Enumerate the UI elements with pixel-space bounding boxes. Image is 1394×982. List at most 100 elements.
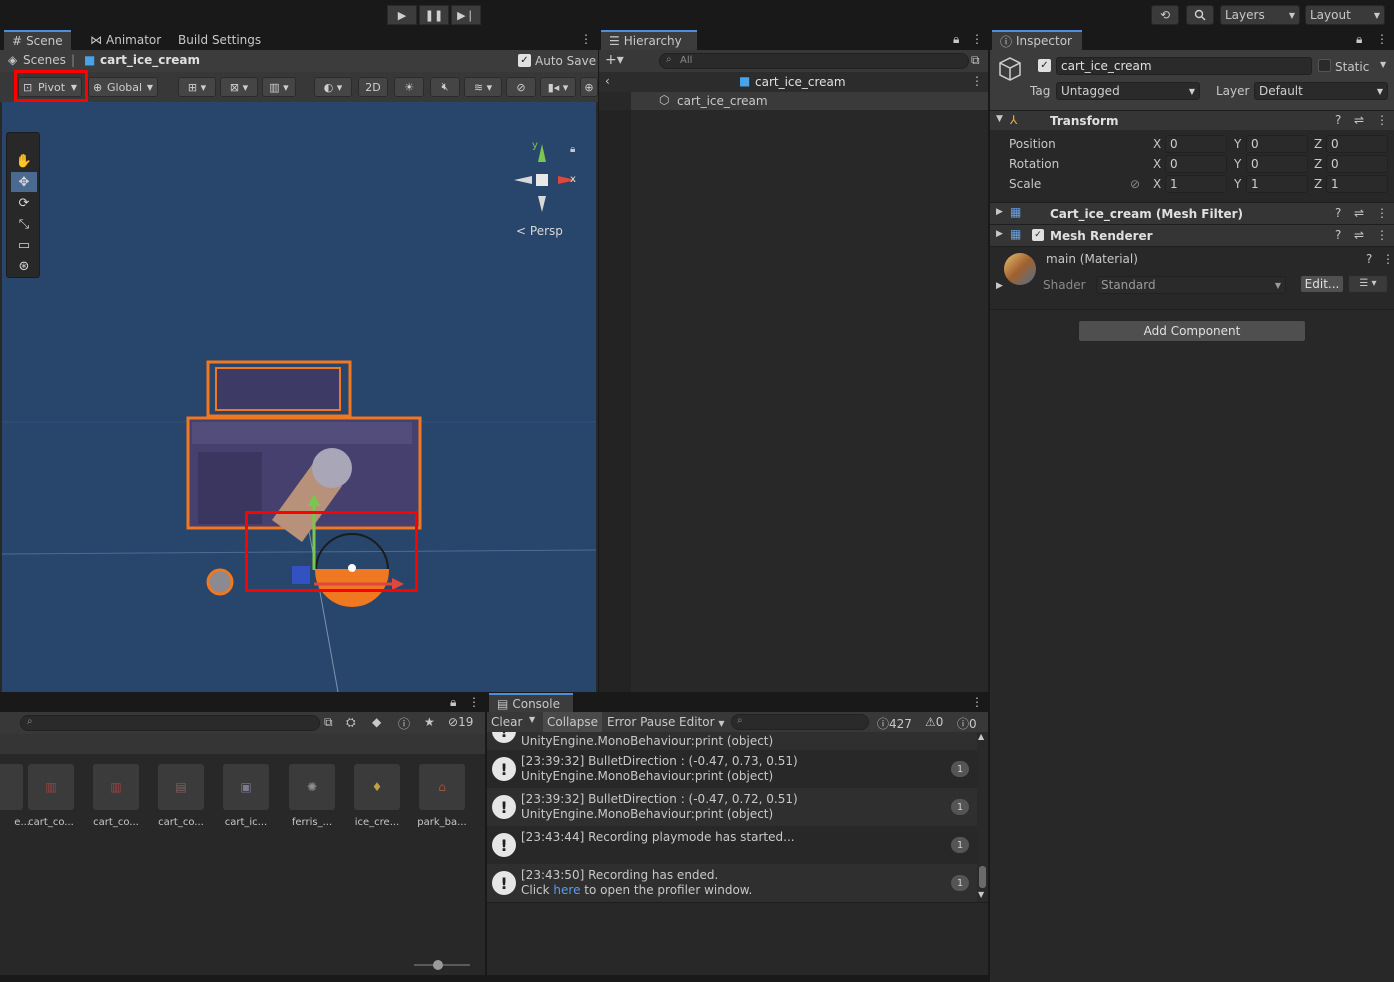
foldout-icon[interactable]: ▼ [996,114,1003,124]
scene-visibility-icon[interactable]: ⧉ [971,53,980,68]
preset-icon[interactable]: ⇌ [1354,228,1364,242]
effects-button[interactable]: ≋ ▾ [464,77,502,97]
error-pause-toggle[interactable]: Error Pause [607,715,675,729]
kebab-menu-icon[interactable]: ⋮ [971,74,983,88]
lock-icon[interactable]: 🔒︎ [1356,32,1362,47]
position-y-field[interactable]: 0 [1246,135,1308,153]
scene-viewport[interactable]: ✋ ✥ ⟳ ⤡ ▭ ⊛ y x 🔒︎ < Persp [2,102,596,692]
ruler-button[interactable]: ▥ ▾ [262,77,296,97]
clear-button[interactable]: Clear [491,715,522,729]
zoom-slider-handle[interactable] [433,960,443,970]
history-button[interactable]: ⟲ [1151,5,1179,25]
visibility-button[interactable]: ⊘ [506,77,536,97]
preset-icon[interactable]: ⇌ [1354,113,1364,127]
log-row[interactable]: ! UnityEngine.MonoBehaviour:print (objec… [487,732,977,750]
asset-item[interactable]: ▥ cart_co... [86,764,146,828]
lock-icon[interactable]: 🔒︎ [450,695,456,710]
search-button[interactable] [1186,5,1214,25]
warning-filter-icon[interactable]: ⓘ [398,715,410,732]
log-row[interactable]: ! [23:43:50] Recording has ended. Click h… [487,864,977,902]
preset-icon[interactable]: ⇌ [1354,206,1364,220]
increment-snap-button[interactable]: ⊠ ▾ [220,77,258,97]
log-row[interactable]: ! [23:39:32] BulletDirection : (-0.47, 0… [487,750,977,788]
tab-hierarchy[interactable]: ☰ Hierarchy [601,30,697,50]
log-row[interactable]: ! [23:43:44] Recording playmode has star… [487,826,977,864]
mesh-renderer-header[interactable]: ▶ ▦ ✓ Mesh Renderer ? ⇌ ⋮ [990,224,1394,246]
layers-dropdown[interactable]: Layers ▼ [1220,5,1300,25]
material-preview[interactable] [1004,253,1036,285]
hierarchy-root-row[interactable]: ‹ ■ cart_ice_cream ⋮ [599,72,988,92]
help-icon[interactable]: ? [1335,113,1341,127]
asset-item[interactable]: ✺ ferris_... [282,764,342,828]
rotation-y-field[interactable]: 0 [1246,155,1308,173]
chevron-down-icon[interactable]: ▼ [1380,60,1386,69]
hand-tool[interactable]: ✋ [11,151,37,171]
kebab-menu-icon[interactable]: ⋮ [468,695,480,709]
edit-shader-button[interactable]: Edit... [1300,275,1344,293]
add-component-button[interactable]: Add Component [1078,320,1306,342]
position-x-field[interactable]: 0 [1165,135,1227,153]
help-icon[interactable]: ? [1335,206,1341,220]
static-checkbox[interactable] [1318,59,1331,72]
kebab-menu-icon[interactable]: ⋮ [1376,32,1388,46]
collapse-toggle[interactable]: Collapse [543,712,602,732]
hierarchy-search-input[interactable]: ⌕ All [659,53,969,69]
foldout-icon[interactable]: ▶ [996,207,1003,217]
foldout-icon[interactable]: ▶ [996,229,1003,239]
scroll-up-icon[interactable]: ▲ [978,732,984,741]
rotate-tool[interactable]: ⟳ [11,193,37,213]
rotation-z-field[interactable]: 0 [1326,155,1388,173]
shader-dropdown[interactable]: Standard ▼ [1096,276,1286,294]
play-button[interactable]: ▶ [387,5,417,25]
editor-dropdown[interactable]: Editor ▼ [679,715,725,729]
gizmos-button[interactable]: ⊕ [580,77,598,97]
tag-dropdown[interactable]: Untagged ▼ [1056,82,1200,100]
project-search-input[interactable]: ⌕ [20,715,320,731]
kebab-menu-icon[interactable]: ⋮ [971,695,983,709]
tab-console[interactable]: ▤ Console [489,693,573,713]
global-dropdown[interactable]: ⊕ Global ▼ [88,77,158,97]
asset-item[interactable]: ▥ cart_co... [21,764,81,828]
persp-toggle[interactable]: < Persp [516,224,563,238]
audio-button[interactable]: 🔇︎ [430,77,460,97]
star-icon[interactable]: ★ [424,715,435,729]
mesh-filter-header[interactable]: ▶ ▦ Cart_ice_cream (Mesh Filter) ? ⇌ ⋮ [990,202,1394,224]
kebab-menu-icon[interactable]: ⋮ [580,32,592,46]
help-icon[interactable]: ? [1335,228,1341,242]
breadcrumb-current[interactable]: cart_ice_cream [100,53,200,67]
scrollbar-thumb[interactable] [979,866,986,888]
pause-button[interactable]: ❚❚ [419,5,449,25]
constrain-proportions-icon[interactable]: ⊘ [1130,177,1140,191]
active-checkbox[interactable]: ✓ [1038,59,1051,72]
scale-tool[interactable]: ⤡ [11,214,37,234]
mesh-renderer-checkbox[interactable]: ✓ [1032,229,1044,241]
object-name-field[interactable]: cart_ice_cream [1056,57,1312,75]
asset-item[interactable]: ▣ cart_ic... [216,764,276,828]
shading-mode-button[interactable]: ◐ ▾ [314,77,352,97]
add-button[interactable]: +▾ [605,52,624,68]
hierarchy-item[interactable]: ⬡ cart_ice_cream [631,92,988,110]
warning-count-toggle[interactable]: ⚠0 [925,715,943,729]
position-z-field[interactable]: 0 [1326,135,1388,153]
breadcrumb-scenes[interactable]: Scenes [23,53,66,67]
kebab-menu-icon[interactable]: ⋮ [1376,113,1388,127]
lock-icon[interactable]: 🔒︎ [570,144,575,155]
hidden-count[interactable]: ⊘19 [448,715,473,729]
transform-header[interactable]: ▼ ⅄ Transform ? ⇌ ⋮ [990,110,1394,130]
kebab-menu-icon[interactable]: ⋮ [1376,228,1388,242]
kebab-menu-icon[interactable]: ⋮ [1382,252,1394,266]
kebab-menu-icon[interactable]: ⋮ [1376,206,1388,220]
auto-save-checkbox[interactable]: ✓ [518,54,531,67]
console-search-input[interactable]: ⌕ [731,714,869,730]
lock-icon[interactable]: 🔒︎ [953,32,959,47]
log-row[interactable]: ! [23:39:32] BulletDirection : (-0.47, 0… [487,788,977,826]
scale-z-field[interactable]: 1 [1326,175,1388,193]
console-log-list[interactable]: ! UnityEngine.MonoBehaviour:print (objec… [487,732,977,902]
foldout-icon[interactable]: ▶ [996,281,1003,291]
console-scrollbar[interactable]: ▲ ▼ [977,732,988,902]
asset-item[interactable]: ▤ cart_co... [151,764,211,828]
move-tool[interactable]: ✥ [11,172,37,192]
grid-snap-button[interactable]: ⊞ ▾ [178,77,216,97]
kebab-menu-icon[interactable]: ⋮ [971,32,983,46]
label-filter-icon[interactable]: ◆ [372,715,381,729]
